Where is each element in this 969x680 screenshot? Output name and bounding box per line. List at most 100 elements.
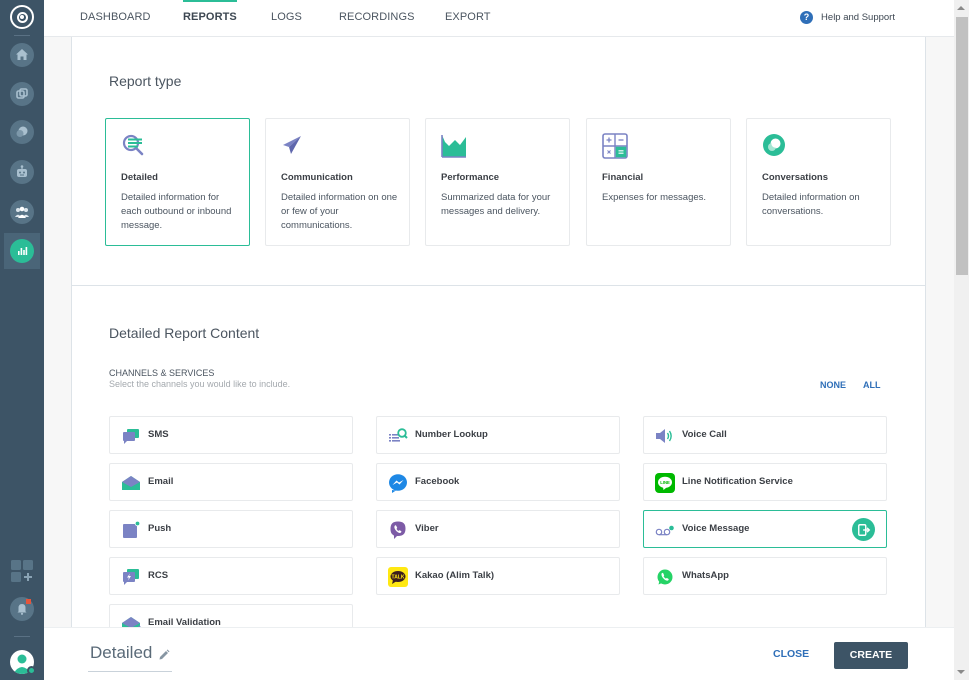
- sidebar-item-bots[interactable]: [4, 154, 40, 190]
- channel-label: RCS: [148, 570, 169, 581]
- report-type-description: Detailed information on one or few of yo…: [281, 192, 398, 231]
- channel-label: Viber: [415, 523, 439, 534]
- channel-number-lookup[interactable]: Number Lookup: [376, 416, 620, 454]
- tab-dashboard[interactable]: DASHBOARD: [80, 0, 151, 37]
- push-icon: [123, 520, 141, 538]
- report-type-title: Conversations: [762, 172, 828, 183]
- sidebar-item-analyze[interactable]: [4, 233, 40, 269]
- report-type-detailed[interactable]: Detailed Detailed information for each o…: [105, 118, 250, 246]
- report-content-title: Detailed Report Content: [109, 325, 260, 341]
- channel-label: Voice Call: [682, 429, 727, 440]
- report-name-text: Detailed: [90, 643, 153, 662]
- apps-icon: [16, 88, 28, 99]
- app-root: DASHBOARD REPORTS LOGS RECORDINGS EXPORT…: [0, 0, 969, 680]
- page-scrollbar[interactable]: [954, 0, 969, 680]
- report-type-performance[interactable]: Performance Summarized data for your mes…: [425, 118, 570, 246]
- brand-logo-icon[interactable]: [10, 5, 34, 29]
- sidebar: [0, 0, 44, 680]
- sidebar-item-add-app[interactable]: [4, 553, 40, 589]
- channel-sms[interactable]: SMS: [109, 416, 353, 454]
- tab-recordings[interactable]: RECORDINGS: [339, 0, 415, 37]
- pencil-edit-icon[interactable]: [158, 649, 170, 661]
- channel-voice-call[interactable]: Voice Call: [643, 416, 887, 454]
- whatsapp-icon: [657, 569, 673, 585]
- sidebar-divider: [14, 35, 30, 36]
- sidebar-item-conversations[interactable]: [4, 114, 40, 150]
- tab-reports[interactable]: REPORTS: [183, 0, 237, 37]
- channel-facebook[interactable]: Facebook: [376, 463, 620, 501]
- calculator-icon: [602, 133, 628, 159]
- channel-line[interactable]: LINE Line Notification Service: [643, 463, 887, 501]
- chat-icon: [16, 126, 28, 137]
- channels-header: CHANNELS & SERVICES: [109, 368, 215, 378]
- footer-bar: Detailed CLOSE CREATE: [44, 627, 954, 680]
- channel-label: Number Lookup: [415, 429, 488, 440]
- viber-icon: [390, 521, 406, 539]
- channels-subtitle: Select the channels you would like to in…: [109, 379, 291, 389]
- report-name-field[interactable]: Detailed: [88, 642, 172, 672]
- channel-kakao[interactable]: TALK Kakao (Alim Talk): [376, 557, 620, 595]
- scrollbar-thumb[interactable]: [956, 17, 968, 275]
- report-type-title: Communication: [281, 172, 353, 183]
- sidebar-divider: [14, 636, 30, 637]
- channel-label: SMS: [148, 429, 169, 440]
- report-type-description: Summarized data for your messages and de…: [441, 192, 551, 217]
- conversation-bubble-icon: [763, 134, 785, 156]
- report-type-title: Performance: [441, 172, 500, 183]
- voicemail-icon: [655, 525, 674, 536]
- email-icon: [122, 476, 140, 490]
- select-all-link[interactable]: ALL: [863, 380, 881, 390]
- channel-viber[interactable]: Viber: [376, 510, 620, 548]
- channel-label: Email: [148, 476, 174, 487]
- channel-rcs[interactable]: RCS: [109, 557, 353, 595]
- people-icon: [15, 206, 29, 218]
- report-type-title: Detailed: [121, 172, 158, 183]
- rcs-icon: [123, 569, 139, 585]
- sidebar-item-notifications[interactable]: [4, 591, 40, 627]
- report-type-communication[interactable]: Communication Detailed information on on…: [265, 118, 410, 246]
- channel-export-button[interactable]: [852, 518, 875, 541]
- report-type-description: Detailed information for each outbound o…: [121, 192, 232, 231]
- channel-label: Facebook: [415, 476, 460, 487]
- select-none-link[interactable]: NONE: [820, 380, 846, 390]
- help-label: Help and Support: [821, 12, 895, 23]
- help-and-support-link[interactable]: ? Help and Support: [800, 11, 895, 24]
- report-type-title: Financial: [602, 172, 644, 183]
- settings-gear-icon: [27, 666, 36, 675]
- channel-voice-message[interactable]: Voice Message: [643, 510, 887, 548]
- create-button[interactable]: CREATE: [834, 642, 908, 669]
- robot-icon: [17, 165, 27, 177]
- sidebar-item-people[interactable]: [4, 194, 40, 230]
- notification-badge: [26, 599, 31, 604]
- scroll-up-arrow-icon[interactable]: [957, 6, 965, 10]
- tab-logs[interactable]: LOGS: [271, 0, 302, 37]
- help-icon: ?: [800, 11, 814, 24]
- channel-label: Kakao (Alim Talk): [415, 570, 495, 581]
- svg-text:LINE: LINE: [660, 480, 670, 485]
- channel-label: Line Notification Service: [682, 476, 793, 487]
- report-type-description: Detailed information on conversations.: [762, 192, 860, 217]
- kakao-icon: TALK: [388, 567, 408, 587]
- report-builder-panel: Report type Detailed Detailed informatio…: [71, 37, 926, 642]
- grid-plus-icon: [11, 560, 33, 582]
- report-type-financial[interactable]: Financial Expenses for messages.: [586, 118, 731, 246]
- channel-push[interactable]: Push: [109, 510, 353, 548]
- report-type-conversations[interactable]: Conversations Detailed information on co…: [746, 118, 891, 246]
- report-type-title: Report type: [109, 73, 182, 89]
- channel-email[interactable]: Email: [109, 463, 353, 501]
- sidebar-item-home[interactable]: [4, 37, 40, 73]
- sidebar-item-apps[interactable]: [4, 76, 40, 112]
- svg-text:TALK: TALK: [392, 574, 405, 580]
- number-lookup-icon: [389, 428, 408, 442]
- magnifier-list-icon: [122, 134, 144, 156]
- tab-export[interactable]: EXPORT: [445, 0, 491, 37]
- speaker-icon: [656, 429, 672, 443]
- home-icon: [16, 49, 28, 60]
- channel-whatsapp[interactable]: WhatsApp: [643, 557, 887, 595]
- scroll-down-arrow-icon[interactable]: [957, 670, 965, 674]
- top-nav: DASHBOARD REPORTS LOGS RECORDINGS EXPORT…: [44, 0, 954, 37]
- channel-label: Voice Message: [682, 523, 750, 534]
- line-icon: LINE: [655, 473, 675, 493]
- paper-plane-icon: [283, 136, 301, 154]
- close-button[interactable]: CLOSE: [773, 648, 809, 660]
